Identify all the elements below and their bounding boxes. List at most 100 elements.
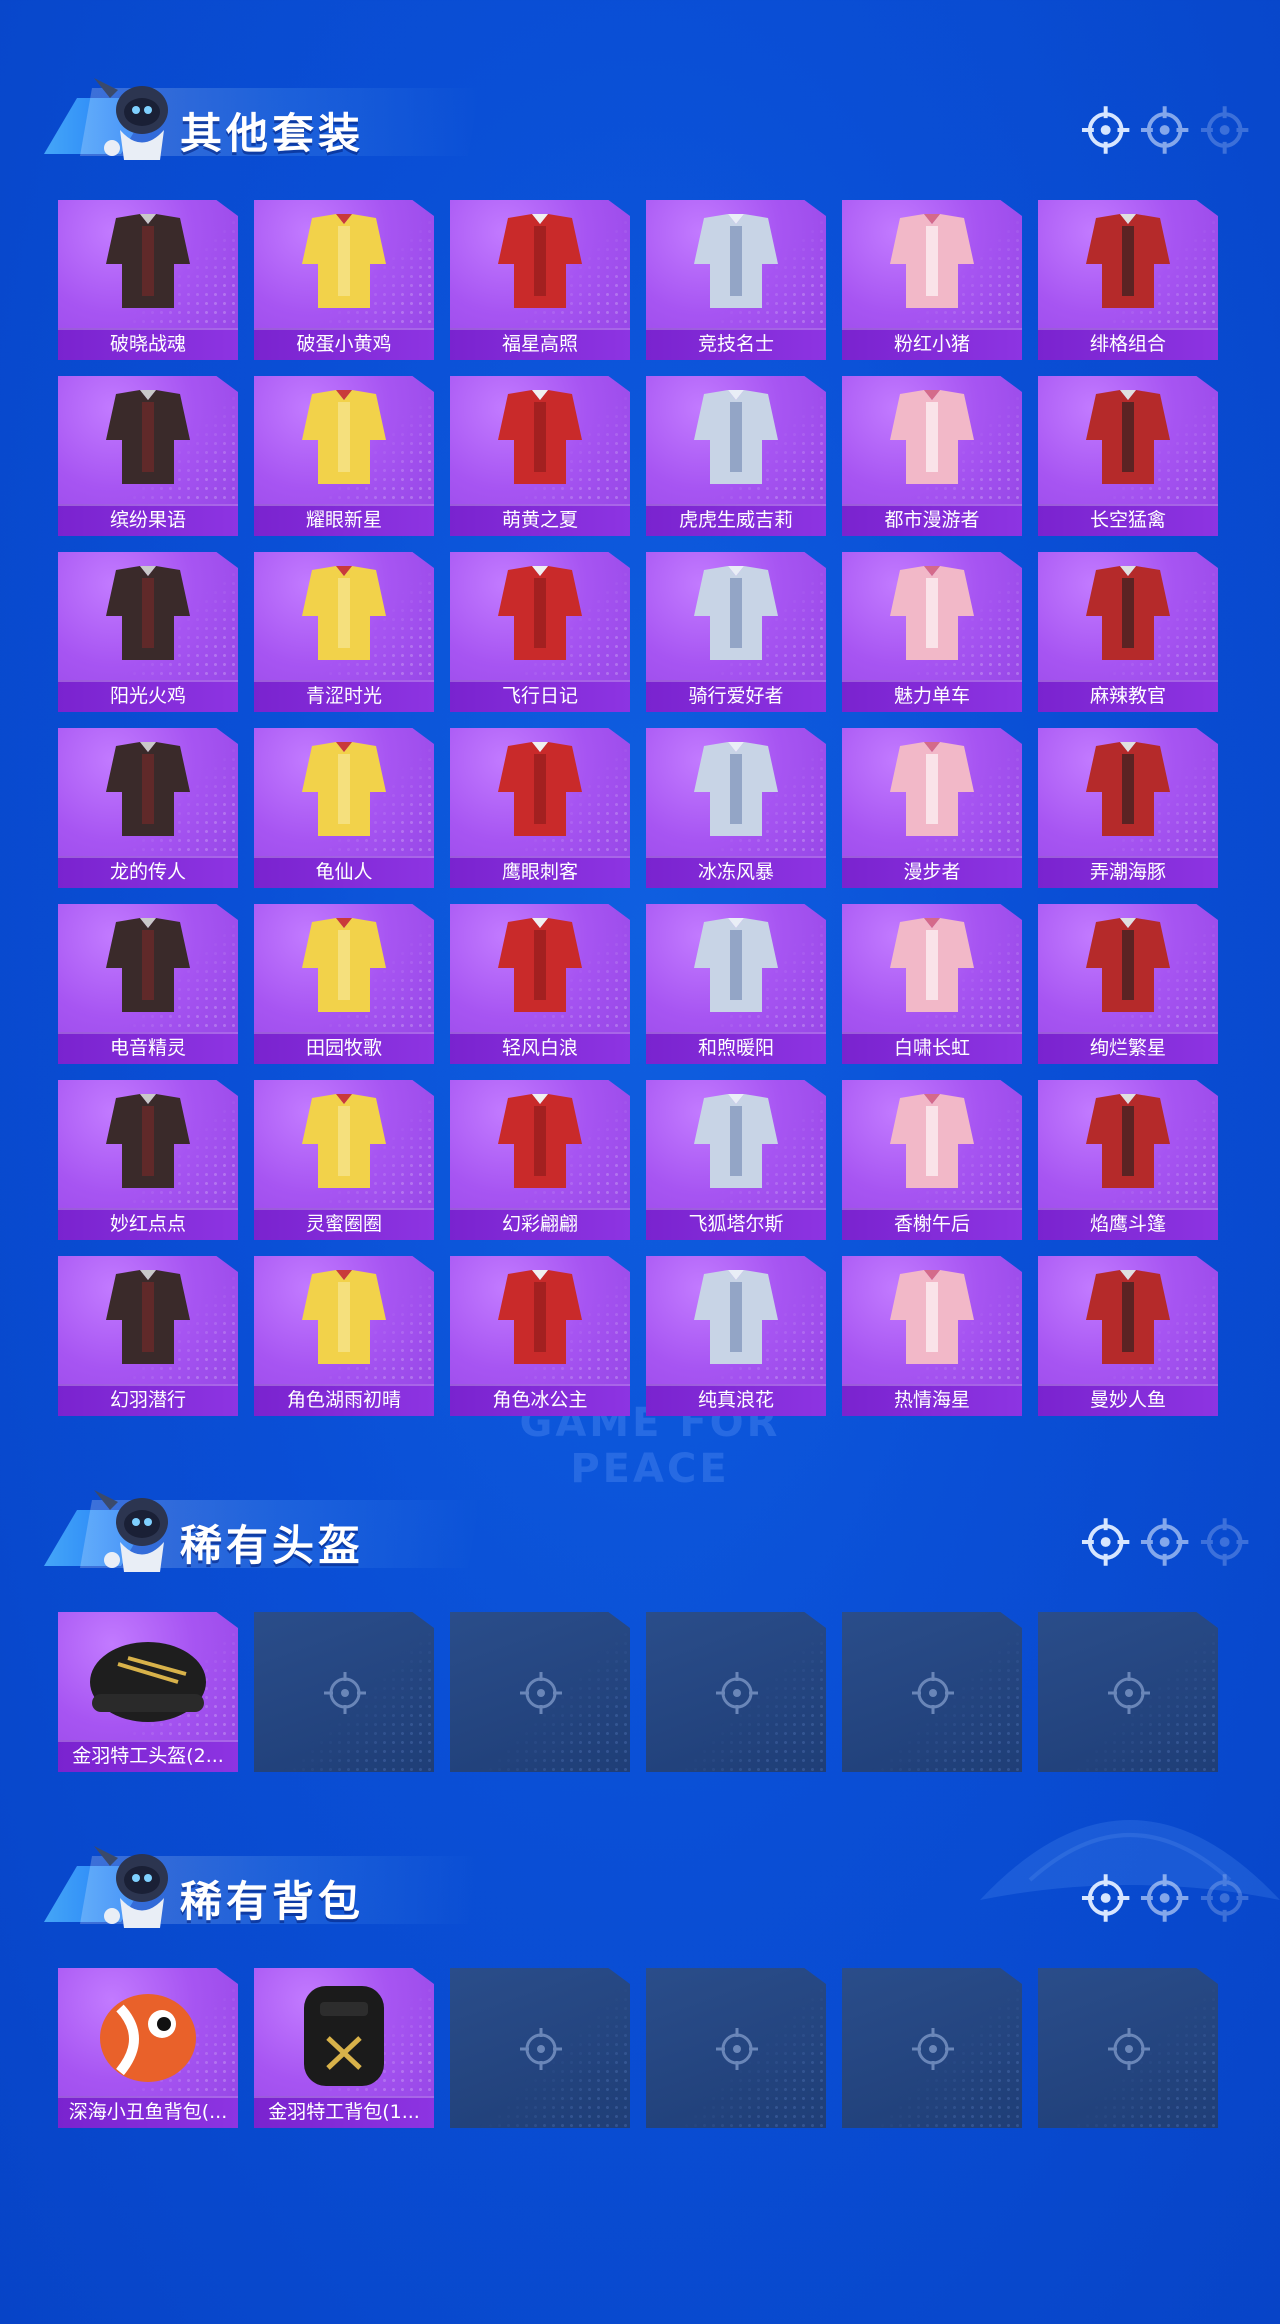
item-card[interactable]: 和煦暖阳: [646, 904, 826, 1064]
section-title: 稀有背包: [180, 1877, 365, 1926]
fruit-shirt-outfit-image: [58, 376, 238, 506]
crosshair-icon: [1081, 106, 1130, 154]
cream-outfit-image: [842, 1080, 1022, 1210]
item-name: 灵蜜圈圈: [254, 1208, 434, 1240]
item-card[interactable]: 冰冻风暴: [646, 728, 826, 888]
item-card[interactable]: 破晓战魂: [58, 200, 238, 360]
pastoral-outfit-image: [254, 904, 434, 1034]
item-card[interactable]: 焰鹰斗篷: [1038, 1080, 1218, 1240]
denim-outfit-image: [450, 552, 630, 682]
item-card[interactable]: 热情海星: [842, 1256, 1022, 1416]
item-card[interactable]: 电音精灵: [58, 904, 238, 1064]
item-name: 竞技名士: [646, 328, 826, 360]
crosshair-icon: [716, 1672, 758, 1714]
item-card[interactable]: 福星高照: [450, 200, 630, 360]
item-card[interactable]: 纯真浪花: [646, 1256, 826, 1416]
item-card[interactable]: 都市漫游者: [842, 376, 1022, 536]
item-card[interactable]: 龟仙人: [254, 728, 434, 888]
item-card[interactable]: 萌黄之夏: [450, 376, 630, 536]
red-dress-outfit-image: [58, 728, 238, 858]
black-backpack-image: [254, 1968, 434, 2098]
red-top-skirt-outfit-image: [1038, 200, 1218, 330]
item-card[interactable]: 飞狐塔尔斯: [646, 1080, 826, 1240]
item-card[interactable]: 灵蜜圈圈: [254, 1080, 434, 1240]
item-name: 电音精灵: [58, 1032, 238, 1064]
item-card[interactable]: 鹰眼刺客: [450, 728, 630, 888]
red-black-cloak-outfit-image: [1038, 1080, 1218, 1210]
item-card[interactable]: 漫步者: [842, 728, 1022, 888]
dark-feather-outfit-image: [58, 1256, 238, 1386]
yellow-summer-outfit-image: [450, 376, 630, 506]
black-uniform-outfit-image: [254, 552, 434, 682]
item-name: 绚烂繁星: [1038, 1032, 1218, 1064]
item-card[interactable]: 深海小丑鱼背包(...: [58, 1968, 238, 2128]
starry-outfit-image: [1038, 904, 1218, 1034]
item-card[interactable]: 金羽特工背包(1...: [254, 1968, 434, 2128]
item-card[interactable]: 骑行爱好者: [646, 552, 826, 712]
item-name: 角色冰公主: [450, 1384, 630, 1416]
item-name: 长空猛禽: [1038, 504, 1218, 536]
item-card[interactable]: 白啸长虹: [842, 904, 1022, 1064]
item-card[interactable]: 曼妙人鱼: [1038, 1256, 1218, 1416]
item-card[interactable]: 破蛋小黄鸡: [254, 200, 434, 360]
crosshair-icon: [912, 1672, 954, 1714]
dolphin-outfit-image: [1038, 728, 1218, 858]
crosshair-icon: [1200, 106, 1249, 154]
item-card[interactable]: 角色湖雨初晴: [254, 1256, 434, 1416]
item-name: 热情海星: [842, 1384, 1022, 1416]
item-card[interactable]: 粉红小猪: [842, 200, 1022, 360]
empty-slot: [450, 1612, 630, 1772]
item-card[interactable]: 田园牧歌: [254, 904, 434, 1064]
crosshair-icon: [1141, 106, 1189, 154]
item-card[interactable]: 绚烂繁星: [1038, 904, 1218, 1064]
item-name: 魅力单车: [842, 680, 1022, 712]
item-card[interactable]: 香榭午后: [842, 1080, 1022, 1240]
item-card[interactable]: 妙红点点: [58, 1080, 238, 1240]
helmet-grid: 金羽特工头盔(2...: [58, 1612, 1218, 1772]
crosshair-icon: [1081, 1518, 1130, 1566]
item-card[interactable]: 角色冰公主: [450, 1256, 630, 1416]
hooded-longcoat-outfit-image: [58, 200, 238, 330]
pink-white-outfit-image: [646, 904, 826, 1034]
item-name: 田园牧歌: [254, 1032, 434, 1064]
item-card[interactable]: 龙的传人: [58, 728, 238, 888]
blue-shirt-yellow-pants-outfit-image: [58, 552, 238, 682]
helmet-image: [58, 1612, 238, 1742]
crosshair-icon: [520, 1672, 562, 1714]
item-card[interactable]: 青涩时光: [254, 552, 434, 712]
item-name: 幻彩翩翩: [450, 1208, 630, 1240]
item-card[interactable]: 绯格组合: [1038, 200, 1218, 360]
item-card[interactable]: 虎虎生威吉莉: [646, 376, 826, 536]
item-name: 金羽特工头盔(2...: [58, 1740, 238, 1772]
item-card[interactable]: 缤纷果语: [58, 376, 238, 536]
item-card[interactable]: 飞行日记: [450, 552, 630, 712]
item-card[interactable]: 轻风白浪: [450, 904, 630, 1064]
polka-red-outfit-image: [58, 1080, 238, 1210]
starfish-outfit-image: [842, 1256, 1022, 1386]
item-name: 幻羽潜行: [58, 1384, 238, 1416]
item-card[interactable]: 魅力单车: [842, 552, 1022, 712]
item-name: 阳光火鸡: [58, 680, 238, 712]
item-name: 龙的传人: [58, 856, 238, 888]
item-card[interactable]: 阳光火鸡: [58, 552, 238, 712]
item-card[interactable]: 耀眼新星: [254, 376, 434, 536]
item-name: 深海小丑鱼背包(...: [58, 2096, 238, 2128]
empty-slot: [254, 1612, 434, 1772]
item-card[interactable]: 幻羽潜行: [58, 1256, 238, 1416]
item-card[interactable]: 金羽特工头盔(2...: [58, 1612, 238, 1772]
empty-slot: [450, 1968, 630, 2128]
item-card[interactable]: 竞技名士: [646, 200, 826, 360]
crosshair-icon: [716, 2028, 758, 2070]
item-card[interactable]: 长空猛禽: [1038, 376, 1218, 536]
hawaiian-shirt-outfit-image: [254, 728, 434, 858]
item-name: 龟仙人: [254, 856, 434, 888]
item-card[interactable]: 麻辣教官: [1038, 552, 1218, 712]
empty-slot: [842, 1968, 1022, 2128]
ice-princess-outfit-image: [450, 1256, 630, 1386]
item-name: 福星高照: [450, 328, 630, 360]
item-name: 焰鹰斗篷: [1038, 1208, 1218, 1240]
item-card[interactable]: 幻彩翩翩: [450, 1080, 630, 1240]
section-header: 稀有背包: [30, 1820, 480, 1930]
item-card[interactable]: 弄潮海豚: [1038, 728, 1218, 888]
jacket-pants-outfit-image: [646, 200, 826, 330]
